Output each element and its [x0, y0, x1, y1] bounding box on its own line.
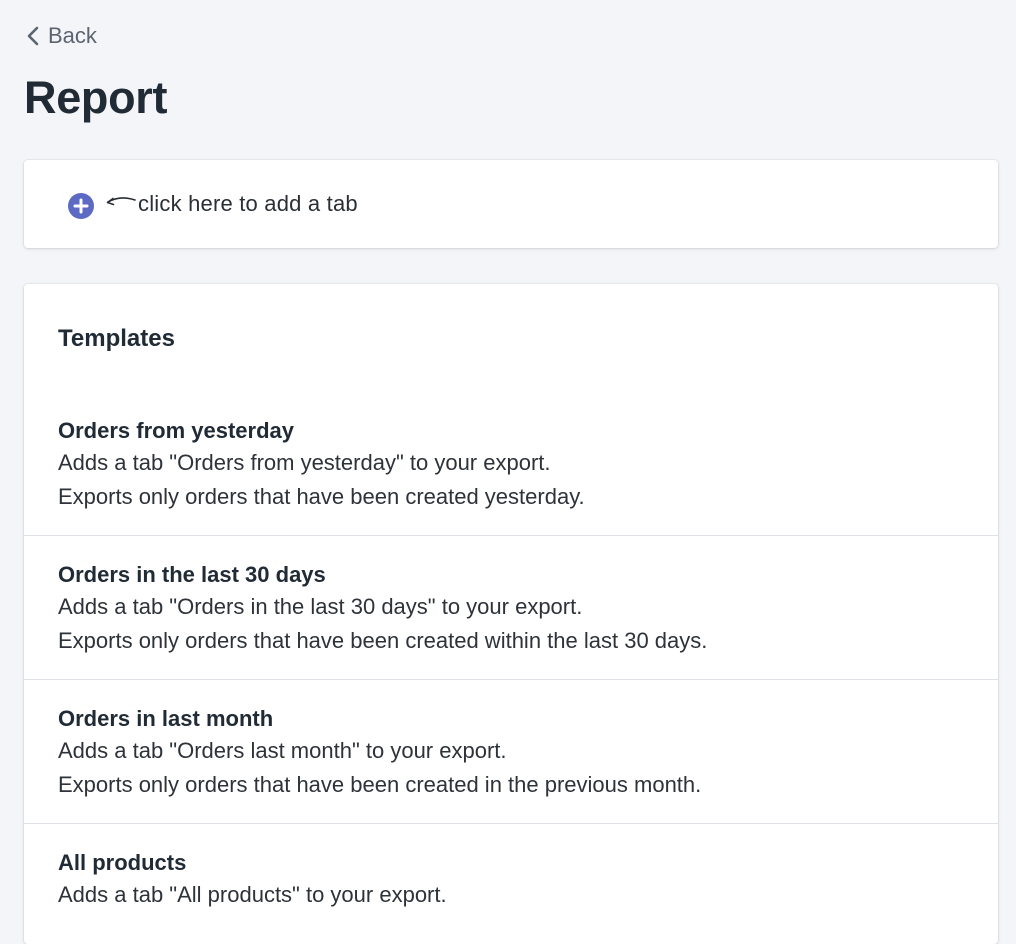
template-description: Exports only orders that have been creat…	[58, 628, 708, 653]
template-title: Orders from yesterday	[58, 418, 294, 443]
plus-circle-icon	[67, 192, 95, 220]
add-tab-button[interactable]	[67, 192, 95, 220]
template-description: Adds a tab "All products" to your export…	[58, 882, 447, 907]
page-title: Report	[24, 72, 168, 123]
add-tab-card: click here to add a tab	[24, 160, 998, 248]
template-item-orders-from-yesterday[interactable]: Orders from yesterday Adds a tab "Orders…	[24, 392, 998, 535]
template-item-orders-last-30-days[interactable]: Orders in the last 30 days Adds a tab "O…	[24, 535, 998, 679]
add-tab-hint-text: click here to add a tab	[138, 191, 358, 216]
chevron-left-icon	[26, 26, 40, 46]
template-item-all-products[interactable]: All products Adds a tab "All products" t…	[24, 823, 998, 944]
template-title: All products	[58, 850, 187, 875]
template-description: Adds a tab "Orders last month" to your e…	[58, 738, 507, 763]
template-title: Orders in last month	[58, 706, 274, 731]
template-description: Adds a tab "Orders in the last 30 days" …	[58, 594, 583, 619]
arrow-left-icon	[104, 194, 136, 215]
templates-heading: Templates	[58, 325, 175, 352]
template-list: Orders from yesterday Adds a tab "Orders…	[24, 392, 998, 944]
template-description: Adds a tab "Orders from yesterday" to yo…	[58, 450, 551, 475]
template-description: Exports only orders that have been creat…	[58, 484, 585, 509]
back-link[interactable]: Back	[26, 22, 97, 50]
back-label: Back	[48, 23, 97, 48]
templates-card: Templates Orders from yesterday Adds a t…	[24, 284, 998, 944]
template-description: Exports only orders that have been creat…	[58, 772, 702, 797]
template-item-orders-last-month[interactable]: Orders in last month Adds a tab "Orders …	[24, 679, 998, 823]
add-tab-hint: click here to add a tab	[104, 189, 358, 219]
template-title: Orders in the last 30 days	[58, 562, 326, 587]
